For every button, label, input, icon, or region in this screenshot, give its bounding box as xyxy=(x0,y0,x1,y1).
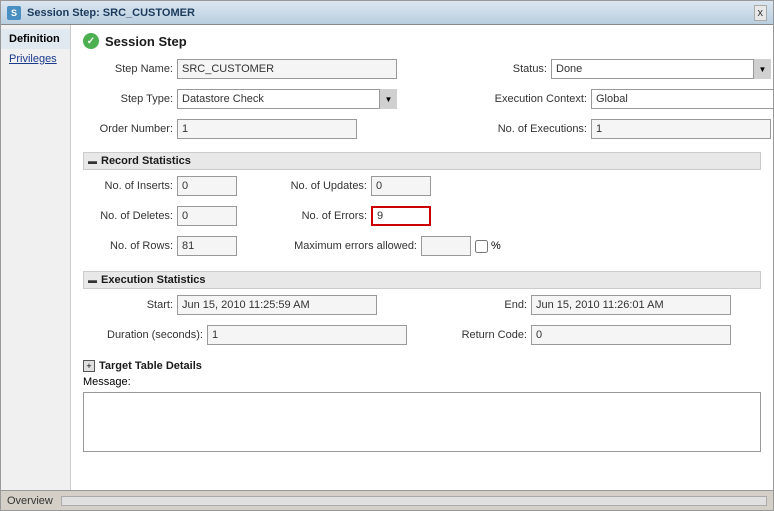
max-errors-row: Maximum errors allowed: % xyxy=(277,236,501,256)
duration-label: Duration (seconds): xyxy=(83,329,203,341)
execution-context-row: Execution Context: Global ▼ xyxy=(457,89,773,109)
no-of-rows-row: No. of Rows: xyxy=(83,236,237,256)
step-name-input[interactable] xyxy=(177,59,397,79)
step-name-row: Step Name: xyxy=(83,59,397,79)
no-of-deletes-input[interactable] xyxy=(177,206,237,226)
target-table-section: + Target Table Details Message: xyxy=(83,360,761,452)
step-type-label: Step Type: xyxy=(83,93,173,105)
no-of-inserts-input[interactable] xyxy=(177,176,237,196)
status-row: Status: Done ▼ xyxy=(457,59,773,79)
return-code-label: Return Code: xyxy=(437,329,527,341)
sidebar-item-privileges[interactable]: Privileges xyxy=(1,49,70,69)
check-icon: ✓ xyxy=(83,33,99,49)
end-input[interactable] xyxy=(531,295,731,315)
main-window: S Session Step: SRC_CUSTOMER x Definitio… xyxy=(0,0,774,511)
message-area xyxy=(83,392,761,452)
no-of-inserts-row: No. of Inserts: xyxy=(83,176,237,196)
no-of-errors-input[interactable] xyxy=(371,206,431,226)
order-number-label: Order Number: xyxy=(83,123,173,135)
execution-statistics-toggle[interactable]: ▬ xyxy=(88,275,97,285)
max-errors-label: Maximum errors allowed: xyxy=(277,240,417,252)
percent-label: % xyxy=(491,240,501,252)
status-bar: Overview xyxy=(1,490,773,510)
target-table-title: Target Table Details xyxy=(99,360,202,372)
no-of-executions-row: No. of Executions: xyxy=(457,119,773,139)
record-statistics-toggle[interactable]: ▬ xyxy=(88,156,97,166)
session-step-title: Session Step xyxy=(105,34,187,49)
start-label: Start: xyxy=(83,299,173,311)
record-statistics-header: ▬ Record Statistics xyxy=(83,152,761,170)
no-of-inserts-label: No. of Inserts: xyxy=(83,180,173,192)
status-label: Status: xyxy=(457,63,547,75)
duration-row: Duration (seconds): xyxy=(83,325,407,345)
execution-statistics-title: Execution Statistics xyxy=(101,274,206,286)
start-row: Start: xyxy=(83,295,407,315)
execution-context-label: Execution Context: xyxy=(457,93,587,105)
no-of-executions-label: No. of Executions: xyxy=(457,123,587,135)
main-content: Definition Privileges ✓ Session Step Ste… xyxy=(1,25,773,490)
step-type-row: Step Type: Datastore Check ▼ xyxy=(83,89,397,109)
content-area: ✓ Session Step Step Name: Step Type: Dat… xyxy=(71,25,773,490)
no-of-deletes-label: No. of Deletes: xyxy=(83,210,173,222)
message-label: Message: xyxy=(83,376,761,388)
no-of-deletes-row: No. of Deletes: xyxy=(83,206,237,226)
record-statistics-section: ▬ Record Statistics No. of Inserts: No. … xyxy=(83,152,761,261)
end-label: End: xyxy=(437,299,527,311)
status-label: Overview xyxy=(7,495,53,507)
order-number-input[interactable] xyxy=(177,119,357,139)
execution-context-wrapper: Global ▼ xyxy=(591,89,773,109)
status-select[interactable]: Done xyxy=(551,59,771,79)
no-of-updates-label: No. of Updates: xyxy=(277,180,367,192)
sidebar-item-definition[interactable]: Definition xyxy=(1,29,70,49)
order-number-row: Order Number: xyxy=(83,119,397,139)
scrollbar[interactable] xyxy=(61,496,767,506)
status-select-wrapper: Done ▼ xyxy=(551,59,771,79)
return-code-row: Return Code: xyxy=(437,325,731,345)
execution-statistics-header: ▬ Execution Statistics xyxy=(83,271,761,289)
execution-context-select[interactable]: Global xyxy=(591,89,773,109)
window-icon: S xyxy=(7,6,21,20)
no-of-executions-input[interactable] xyxy=(591,119,771,139)
duration-input[interactable] xyxy=(207,325,407,345)
step-type-select[interactable]: Datastore Check xyxy=(177,89,397,109)
return-code-input[interactable] xyxy=(531,325,731,345)
target-table-toggle[interactable]: + xyxy=(83,360,95,372)
no-of-updates-input[interactable] xyxy=(371,176,431,196)
no-of-errors-row: No. of Errors: xyxy=(277,206,501,226)
session-step-header: ✓ Session Step xyxy=(83,33,761,49)
step-type-select-wrapper: Datastore Check ▼ xyxy=(177,89,397,109)
close-button[interactable]: x xyxy=(754,5,768,21)
title-bar: S Session Step: SRC_CUSTOMER x xyxy=(1,1,773,25)
percent-checkbox[interactable] xyxy=(475,240,488,253)
step-name-label: Step Name: xyxy=(83,63,173,75)
no-of-updates-row: No. of Updates: xyxy=(277,176,501,196)
start-input[interactable] xyxy=(177,295,377,315)
window-title: Session Step: SRC_CUSTOMER xyxy=(27,7,748,19)
no-of-rows-input[interactable] xyxy=(177,236,237,256)
max-errors-input[interactable] xyxy=(421,236,471,256)
target-table-header: + Target Table Details xyxy=(83,360,761,372)
no-of-errors-label: No. of Errors: xyxy=(277,210,367,222)
percent-wrapper: % xyxy=(475,240,501,253)
no-of-rows-label: No. of Rows: xyxy=(83,240,173,252)
execution-statistics-section: ▬ Execution Statistics Start: Duration (… xyxy=(83,271,761,350)
end-row: End: xyxy=(437,295,731,315)
sidebar: Definition Privileges xyxy=(1,25,71,490)
record-statistics-title: Record Statistics xyxy=(101,155,191,167)
